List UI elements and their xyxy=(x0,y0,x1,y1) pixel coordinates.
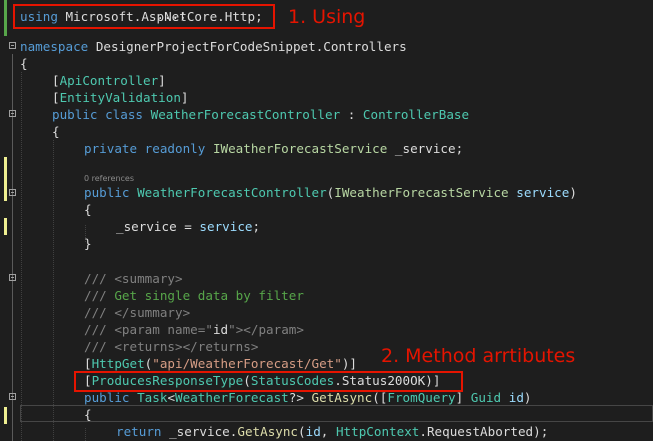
keyword-readonly: readonly xyxy=(144,141,206,156)
xml-param-eq: =" xyxy=(197,322,213,337)
fold-toggle-icon[interactable] xyxy=(9,274,16,281)
brace-open: { xyxy=(52,124,60,139)
attr-api-controller: ApiController xyxy=(59,73,159,88)
indent-guide xyxy=(85,428,86,441)
code-line-xml-summary-text[interactable]: /// Get single data by filter xyxy=(84,287,304,304)
code-line-attr-api[interactable]: [ApiController] xyxy=(52,72,166,89)
brace-open: { xyxy=(84,407,92,422)
keyword-namespace: namespace xyxy=(20,39,89,54)
change-marker-unsaved xyxy=(4,157,7,201)
fold-toggle-icon[interactable] xyxy=(9,393,16,400)
call-service: _service xyxy=(169,424,230,439)
using-annotation-label: 1. Using xyxy=(288,6,366,28)
http-context: HttpContext xyxy=(335,424,420,439)
xml-doc-prefix: /// xyxy=(84,288,115,303)
code-line-assign[interactable]: _service = service; xyxy=(116,218,260,235)
code-line-xml-summary-open[interactable]: /// <summary> xyxy=(84,270,183,287)
method-name: GetAsync xyxy=(311,390,373,405)
field-name: _service xyxy=(394,141,456,156)
brace-open: { xyxy=(84,202,92,217)
attr-from-query: FromQuery xyxy=(387,390,456,405)
brace-open: { xyxy=(20,56,28,71)
code-line-xml-returns[interactable]: /// <returns></returns> xyxy=(84,338,258,355)
xml-param-open: <param xyxy=(114,322,168,337)
indent-guide xyxy=(21,72,22,441)
codelens-references[interactable]: 0 references xyxy=(84,174,134,184)
base-class: ControllerBase xyxy=(362,107,470,122)
code-line-namespace[interactable]: namespace DesignerProjectForCodeSnippet.… xyxy=(20,38,407,55)
code-line-class-decl[interactable]: public class WeatherForecastController :… xyxy=(52,106,469,123)
fold-toggle-icon[interactable] xyxy=(9,42,16,49)
change-marker-saved xyxy=(4,0,7,36)
ctor-name: WeatherForecastController xyxy=(137,185,327,200)
xml-doc-prefix: /// xyxy=(84,271,115,286)
code-line-http-get[interactable]: [HttpGet("api/WeatherForecast/Get")] xyxy=(84,355,357,372)
service-interface: IWeatherForecastService xyxy=(212,141,388,156)
method-annotation-label: 2. Method arrtibutes xyxy=(381,345,576,367)
code-line-brace[interactable]: { xyxy=(20,55,28,72)
keyword-private: private xyxy=(84,141,138,156)
keyword-public: public xyxy=(52,107,98,122)
using-highlight-box xyxy=(13,4,275,29)
route-string: "api/WeatherForecast/Get" xyxy=(152,356,342,371)
namespace-name: DesignerProjectForCodeSnippet.Controller… xyxy=(95,39,407,54)
xml-param-quote: " xyxy=(228,322,236,337)
brace-close: } xyxy=(84,236,92,251)
code-line-field[interactable]: private readonly IWeatherForecastService… xyxy=(84,140,463,157)
call-method: GetAsync xyxy=(237,424,299,439)
ctor-param-type: IWeatherForecastService xyxy=(334,185,509,200)
change-marker-unsaved xyxy=(4,218,7,235)
assign-field: _service xyxy=(116,219,177,234)
xml-param-value: id xyxy=(212,322,229,337)
current-line-highlight xyxy=(20,405,653,422)
colon: : xyxy=(340,107,363,122)
xml-summary-open: <summary> xyxy=(114,271,183,286)
code-line-return[interactable]: return _service.GetAsync(id, HttpContext… xyxy=(116,423,548,440)
code-line-xml-summary-close[interactable]: /// </summary> xyxy=(84,304,190,321)
assign-op: = xyxy=(176,219,200,234)
code-line-brace[interactable]: { xyxy=(84,201,92,218)
keyword-return: return xyxy=(116,424,162,439)
keyword-public: public xyxy=(84,185,130,200)
param-id: id xyxy=(508,390,524,405)
guid-type: Guid xyxy=(470,390,502,405)
assign-value: service xyxy=(199,219,253,234)
attr-http-get: HttpGet xyxy=(91,356,145,371)
xml-param-end: ></param> xyxy=(235,322,304,337)
code-line-xml-param[interactable]: /// <param name="id"></param> xyxy=(84,321,304,338)
code-line-brace[interactable]: } xyxy=(84,235,92,252)
semicolon: ; xyxy=(252,219,261,234)
attr-entity-validation: EntityValidation xyxy=(59,90,181,105)
keyword-class: class xyxy=(105,107,144,122)
xml-doc-prefix: /// xyxy=(84,339,115,354)
change-marker-unsaved xyxy=(4,407,7,424)
semicolon: ; xyxy=(455,141,464,156)
ctor-param-name: service xyxy=(516,185,570,200)
xml-summary-text: Get single data by filter xyxy=(114,288,304,303)
xml-doc-prefix: /// xyxy=(84,305,115,320)
indent-guide xyxy=(53,140,54,441)
request-aborted: RequestAborted xyxy=(426,424,534,439)
code-line-ctor[interactable]: public WeatherForecastController(IWeathe… xyxy=(84,184,577,201)
xml-doc-prefix: /// xyxy=(84,322,115,337)
task-type: Task xyxy=(137,390,168,405)
code-editor[interactable]: ...; using Microsoft.AspNetCore.Http; na… xyxy=(0,0,653,441)
forecast-type: WeatherForecast xyxy=(175,390,289,405)
keyword-public: public xyxy=(84,390,130,405)
call-arg-id: id xyxy=(305,424,321,439)
code-line-brace[interactable]: { xyxy=(84,406,92,423)
code-line-attr-entity[interactable]: [EntityValidation] xyxy=(52,89,189,106)
code-line-brace[interactable]: { xyxy=(52,123,60,140)
class-name: WeatherForecastController xyxy=(150,107,341,122)
xml-summary-close: </summary> xyxy=(114,305,191,320)
xml-returns: <returns></returns> xyxy=(114,339,259,354)
method-attribute-highlight-box xyxy=(74,371,463,392)
xml-param-attr: name xyxy=(167,322,198,337)
fold-toggle-icon[interactable] xyxy=(9,110,16,117)
fold-toggle-icon[interactable] xyxy=(9,189,16,196)
